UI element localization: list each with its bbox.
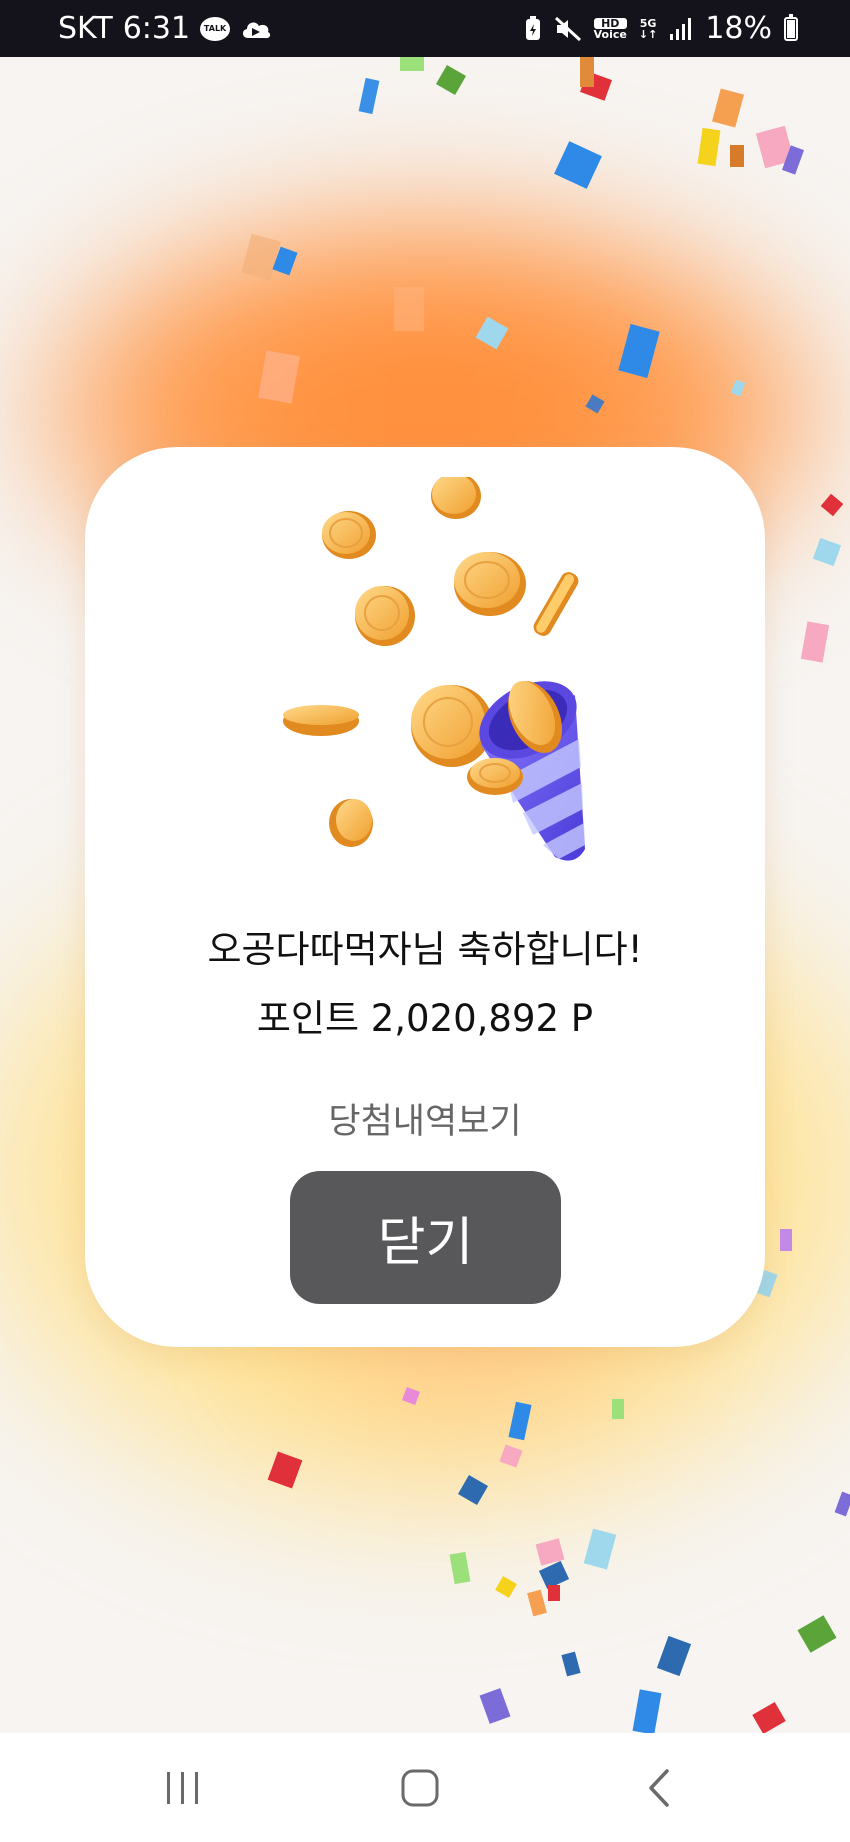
confetti-piece (479, 1688, 511, 1724)
confetti-piece (394, 287, 424, 331)
network-arrows: ↓↑ (638, 27, 658, 41)
confetti-piece (561, 1651, 581, 1677)
coin (329, 799, 373, 847)
confetti-piece (820, 493, 844, 517)
coin (322, 511, 376, 559)
confetti-piece (612, 1399, 624, 1419)
confetti-piece (697, 127, 721, 167)
confetti-piece (548, 1585, 560, 1601)
hd-badge-top: HD (593, 17, 627, 29)
talk-badge-text: TALK (203, 24, 227, 33)
coin (454, 552, 526, 616)
signal-icon (670, 17, 692, 40)
confetti-piece (527, 1589, 547, 1617)
screen: SKT 6:31 TALK HD Voice 5G ↓↑ 18% 오공다따먹자님… (0, 0, 850, 1842)
clock: 6:31 (122, 11, 191, 46)
congrats-message: 오공다따먹자님 축하합니다! (207, 928, 643, 971)
win-history-link[interactable]: 당첨내역보기 (85, 1093, 765, 1144)
close-button[interactable]: 닫기 (290, 1171, 561, 1304)
recent-apps-icon (167, 1771, 198, 1804)
system-nav-bar (0, 1733, 850, 1842)
confetti-piece (812, 537, 842, 567)
status-right: HD Voice 5G ↓↑ 18% (524, 0, 798, 57)
kakaotalk-icon: TALK (200, 16, 231, 41)
confetti-piece (583, 1528, 617, 1570)
mute-icon (554, 16, 581, 41)
confetti-piece (712, 88, 744, 128)
network-label: 5G (639, 16, 657, 30)
reward-modal: 오공다따먹자님 축하합니다! 포인트 2,020,892 P 당첨내역보기 닫기 (85, 447, 765, 1347)
hd-voice-icon: HD Voice (593, 17, 627, 41)
confetti-piece (656, 1635, 692, 1677)
confetti-piece (632, 1689, 662, 1733)
hd-badge-bottom: Voice (593, 27, 627, 41)
points-amount: 포인트 2,020,892 P (256, 997, 594, 1040)
back-icon (649, 1768, 669, 1807)
back-button[interactable] (599, 1733, 719, 1842)
confetti-piece (358, 77, 380, 115)
party-popper-coins-icon (283, 477, 585, 861)
confetti-piece (554, 141, 602, 189)
home-icon (401, 1769, 439, 1806)
cloud-icon (243, 21, 271, 38)
carrier-label: SKT (58, 11, 113, 46)
confetti-piece (449, 1551, 471, 1585)
confetti-piece (780, 1229, 792, 1251)
status-left: SKT 6:31 TALK (58, 0, 272, 57)
confetti-piece (834, 1491, 850, 1517)
coin (283, 705, 359, 736)
battery-icon (784, 13, 798, 41)
confetti-piece (800, 621, 830, 663)
confetti-piece (730, 145, 744, 167)
confetti-piece (580, 57, 594, 87)
battery-percent: 18% (705, 11, 772, 46)
home-button[interactable] (360, 1733, 480, 1842)
confetti-piece (752, 1701, 786, 1733)
battery-saver-icon (525, 15, 540, 40)
coin (355, 586, 415, 646)
confetti-piece (797, 1615, 837, 1653)
status-bar: SKT 6:31 TALK HD Voice 5G ↓↑ 18% (0, 0, 850, 57)
coin (431, 477, 481, 519)
coin (533, 572, 579, 636)
recent-apps-button[interactable] (123, 1733, 243, 1842)
confetti-piece (400, 57, 424, 71)
network-5g-icon: 5G ↓↑ (639, 18, 657, 40)
confetti-piece (495, 1576, 517, 1598)
confetti-piece (435, 64, 467, 96)
